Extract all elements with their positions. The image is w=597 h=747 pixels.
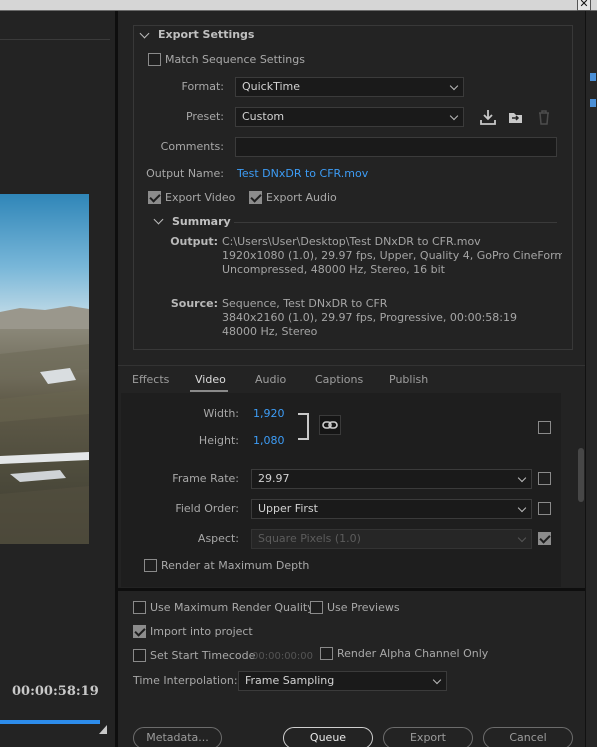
aspect-label: Aspect: xyxy=(197,532,239,545)
summary-output-label: Output: xyxy=(170,235,218,248)
scrollbar-thumb[interactable] xyxy=(578,448,584,502)
queue-button[interactable]: Queue xyxy=(283,727,373,747)
set-start-timecode-label: Set Start Timecode xyxy=(150,649,256,662)
preset-dropdown[interactable]: Custom xyxy=(235,107,464,127)
render-alpha-only-label: Render Alpha Channel Only xyxy=(337,647,489,660)
chevron-down-icon xyxy=(517,503,527,513)
preset-label: Preset: xyxy=(185,110,224,123)
format-label: Format: xyxy=(181,80,224,93)
summary-source-name: Sequence, Test DNxDR to CFR xyxy=(222,297,388,310)
preview-timecode: 00:00:58:19 xyxy=(12,684,99,699)
frame-rate-dropdown[interactable]: 29.97 xyxy=(251,469,532,489)
frame-rate-value: 29.97 xyxy=(258,472,290,485)
match-source-frame-rate-checkbox[interactable] xyxy=(538,472,551,485)
width-label: Width: xyxy=(203,407,239,420)
delete-preset-icon[interactable] xyxy=(535,108,553,126)
preview-divider xyxy=(0,39,110,40)
set-start-timecode-checkbox[interactable] xyxy=(133,649,146,662)
match-sequence-label: Match Sequence Settings xyxy=(165,53,305,66)
tab-effects[interactable]: Effects xyxy=(132,373,169,386)
summary-source-text: Sequence, Test DNxDR to CFR 3840x2160 (1… xyxy=(222,297,562,339)
chain-link-icon xyxy=(322,421,338,429)
import-into-project-label: Import into project xyxy=(150,625,253,638)
comments-input[interactable] xyxy=(235,137,557,157)
render-max-depth-label: Render at Maximum Depth xyxy=(161,559,310,572)
dimension-link-bracket xyxy=(298,413,309,440)
chevron-down-icon xyxy=(449,81,459,91)
summary-title[interactable]: Summary xyxy=(172,215,231,228)
output-name-link[interactable]: Test DNxDR to CFR.mov xyxy=(237,167,368,180)
field-order-value: Upper First xyxy=(258,502,318,515)
close-icon[interactable]: ✕ xyxy=(577,0,591,11)
summary-output-audio: Uncompressed, 48000 Hz, Stereo, 16 bit xyxy=(222,263,445,276)
render-max-depth-checkbox[interactable] xyxy=(144,559,157,572)
summary-source-audio: 48000 Hz, Stereo xyxy=(222,325,318,338)
tab-audio[interactable]: Audio xyxy=(255,373,286,386)
height-label: Height: xyxy=(198,434,239,447)
link-dimensions-button[interactable] xyxy=(319,415,341,435)
output-name-label: Output Name: xyxy=(146,167,224,180)
summary-source-label: Source: xyxy=(170,297,218,310)
edge-marker xyxy=(590,99,596,107)
comments-label: Comments: xyxy=(160,140,224,153)
format-dropdown[interactable]: QuickTime xyxy=(235,77,464,97)
export-button[interactable]: Export xyxy=(383,727,473,747)
right-edge-strip xyxy=(585,11,597,747)
height-value[interactable]: 1,080 xyxy=(253,434,285,447)
use-previews-checkbox[interactable] xyxy=(310,601,323,614)
export-settings-title[interactable]: Export Settings xyxy=(158,28,254,41)
summary-source-video: 3840x2160 (1.0), 29.97 fps, Progressive,… xyxy=(222,311,518,324)
tab-video[interactable]: Video xyxy=(195,373,226,386)
frame-rate-label: Frame Rate: xyxy=(172,472,239,485)
export-audio-checkbox[interactable] xyxy=(249,191,262,204)
save-preset-icon[interactable] xyxy=(479,108,497,126)
start-timecode-value: 00:00:00:00 xyxy=(252,651,314,662)
time-interpolation-value: Frame Sampling xyxy=(245,674,335,687)
edge-marker xyxy=(590,73,596,81)
match-source-field-order-checkbox[interactable] xyxy=(538,502,551,515)
max-render-quality-checkbox[interactable] xyxy=(133,601,146,614)
chevron-down-icon xyxy=(449,111,459,121)
video-settings-pane xyxy=(121,393,561,587)
tab-publish[interactable]: Publish xyxy=(389,373,428,386)
chevron-down-icon xyxy=(432,675,442,685)
tab-captions[interactable]: Captions xyxy=(315,373,363,386)
format-value: QuickTime xyxy=(242,80,301,93)
width-value[interactable]: 1,920 xyxy=(253,407,285,420)
metadata-button[interactable]: Metadata... xyxy=(133,727,222,747)
match-source-aspect-checkbox[interactable] xyxy=(538,532,551,545)
preset-value: Custom xyxy=(242,110,285,123)
render-alpha-only-checkbox[interactable] xyxy=(320,647,333,660)
export-video-checkbox[interactable] xyxy=(148,191,161,204)
field-order-label: Field Order: xyxy=(175,502,239,515)
export-options-area xyxy=(118,591,585,747)
preview-frame xyxy=(0,194,89,544)
aspect-value: Square Pixels (1.0) xyxy=(258,532,361,545)
time-interpolation-label: Time Interpolation: xyxy=(133,674,238,687)
summary-divider xyxy=(234,222,557,223)
aspect-dropdown: Square Pixels (1.0) xyxy=(251,529,532,549)
import-into-project-checkbox[interactable] xyxy=(133,625,146,638)
window-title-bar xyxy=(0,0,597,11)
scrub-handle-icon[interactable] xyxy=(99,725,107,734)
max-render-quality-label: Use Maximum Render Quality xyxy=(150,601,314,614)
export-audio-label: Export Audio xyxy=(266,191,337,204)
summary-output-path: C:\Users\User\Desktop\Test DNxDR to CFR.… xyxy=(222,235,481,248)
chevron-down-icon xyxy=(517,473,527,483)
landscape-image xyxy=(0,194,89,544)
active-tab-indicator xyxy=(190,390,228,392)
cancel-button[interactable]: Cancel xyxy=(483,727,573,747)
summary-output-video: 1920x1080 (1.0), 29.97 fps, Upper, Quali… xyxy=(222,249,562,262)
summary-output-text: C:\Users\User\Desktop\Test DNxDR to CFR.… xyxy=(222,235,562,277)
field-order-dropdown[interactable]: Upper First xyxy=(251,499,532,519)
use-previews-label: Use Previews xyxy=(327,601,400,614)
import-preset-icon[interactable] xyxy=(506,108,524,126)
tabs-divider xyxy=(118,365,585,366)
time-interpolation-dropdown[interactable]: Frame Sampling xyxy=(238,671,447,691)
match-sequence-checkbox[interactable] xyxy=(148,53,161,66)
chevron-down-icon xyxy=(517,533,527,543)
preview-scrub-bar[interactable] xyxy=(0,720,100,724)
export-video-label: Export Video xyxy=(165,191,236,204)
match-source-dimensions-checkbox[interactable] xyxy=(538,421,551,434)
